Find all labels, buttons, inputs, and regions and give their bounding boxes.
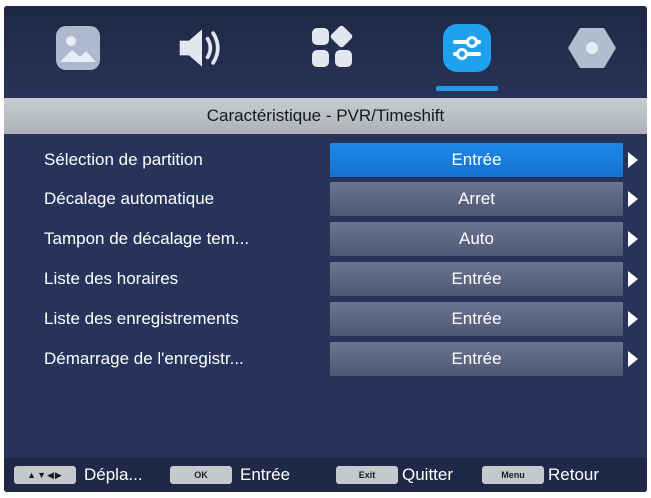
exit-key-icon: Exit bbox=[336, 466, 398, 484]
arrow-right-icon bbox=[628, 351, 638, 367]
hint-back: Retour bbox=[548, 465, 600, 484]
tab-apps[interactable] bbox=[306, 22, 358, 74]
tab-picture[interactable] bbox=[52, 22, 104, 74]
arrow-right-icon bbox=[628, 231, 638, 247]
menu-row-label: Décalage automatique bbox=[44, 189, 215, 208]
menu-row-value[interactable]: Entrée bbox=[330, 262, 623, 296]
menu-row-value[interactable]: Arret bbox=[330, 182, 623, 216]
hint-enter: Entrée bbox=[240, 465, 291, 484]
apps-icon bbox=[312, 25, 353, 67]
menu-key-icon: Menu bbox=[482, 466, 544, 484]
arrow-right-icon bbox=[628, 271, 638, 287]
key-hint-bar: ▲▼◀▶ Dépla... OK Entrée Exit Quitter Men… bbox=[4, 458, 647, 492]
menu-row-start-recording[interactable]: Démarrage de l'enregistr... Entrée bbox=[4, 340, 647, 378]
tab-sound[interactable] bbox=[176, 22, 228, 74]
arrow-right-icon bbox=[628, 152, 638, 168]
hexagon-icon bbox=[568, 28, 616, 68]
hint-exit: Quitter bbox=[402, 465, 454, 484]
page-title: Caractéristique - PVR/Timeshift bbox=[206, 106, 445, 125]
menu-row-value[interactable]: Auto bbox=[330, 222, 623, 256]
page-title-bar: Caractéristique - PVR/Timeshift bbox=[4, 98, 647, 134]
menu-row-label: Sélection de partition bbox=[44, 150, 203, 169]
arrow-right-icon bbox=[628, 311, 638, 327]
menu-row-recordings-list[interactable]: Liste des enregistrements Entrée bbox=[4, 300, 647, 338]
tv-settings-screen: Caractéristique - PVR/Timeshift Sélectio… bbox=[4, 6, 647, 492]
arrow-right-icon bbox=[628, 191, 638, 207]
menu-row-label: Tampon de décalage tem... bbox=[44, 229, 250, 248]
sliders-icon bbox=[443, 24, 491, 72]
menu-row-value[interactable]: Entrée bbox=[330, 143, 623, 177]
selected-tab-indicator bbox=[436, 86, 498, 91]
nav-keys-icon: ▲▼◀▶ bbox=[14, 466, 76, 484]
menu-row-timeshift-buffer[interactable]: Tampon de décalage tem... Auto bbox=[4, 220, 647, 258]
menu-row-label: Liste des horaires bbox=[44, 269, 179, 288]
image-icon bbox=[56, 26, 100, 70]
menu-row-partition[interactable]: Sélection de partition Entrée bbox=[4, 141, 647, 179]
menu-row-value[interactable]: Entrée bbox=[330, 302, 623, 336]
menu-row-label: Démarrage de l'enregistr... bbox=[44, 349, 244, 368]
menu-row-label: Liste des enregistrements bbox=[44, 309, 239, 328]
menu-row-auto-timeshift[interactable]: Décalage automatique Arret bbox=[4, 180, 647, 218]
tab-other[interactable] bbox=[566, 22, 618, 74]
category-icon-bar bbox=[4, 6, 647, 92]
tab-feature[interactable] bbox=[441, 22, 493, 74]
menu-row-value[interactable]: Entrée bbox=[330, 342, 623, 376]
ok-key-icon: OK bbox=[170, 466, 232, 484]
speaker-icon bbox=[179, 29, 220, 67]
hint-navigate: Dépla... bbox=[84, 465, 143, 484]
menu-row-schedule-list[interactable]: Liste des horaires Entrée bbox=[4, 260, 647, 298]
